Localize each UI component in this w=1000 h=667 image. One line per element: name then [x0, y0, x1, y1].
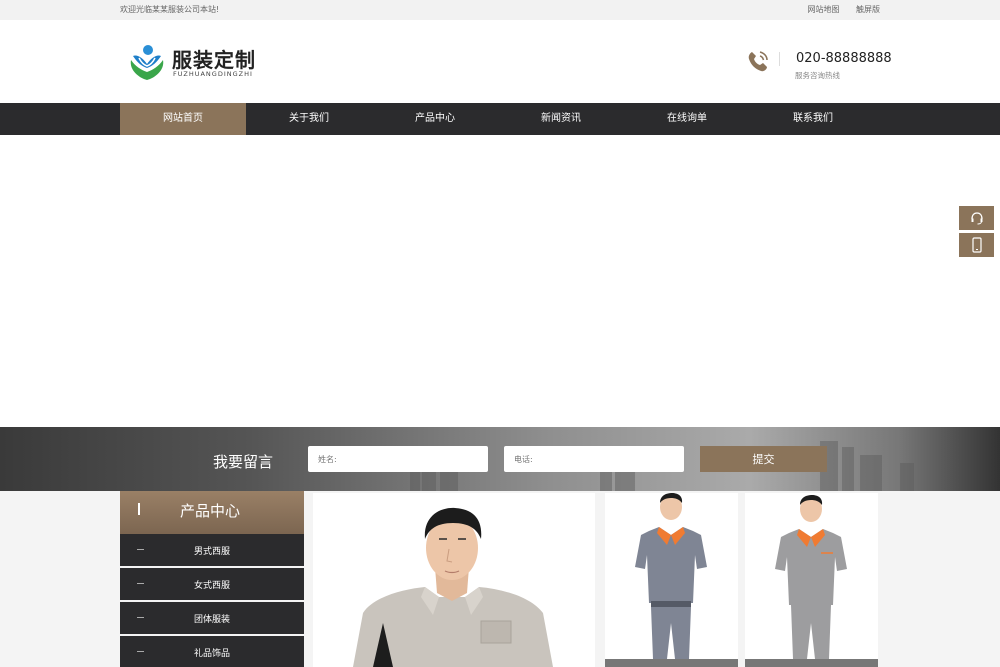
category-item[interactable]: 团体服装	[120, 602, 304, 634]
category-header: 产品中心	[120, 491, 304, 535]
category-item-label: 团体服装	[193, 614, 230, 625]
top-links: 网站地图 触屏版	[793, 4, 880, 15]
hotline-label: 服务咨询热线	[795, 71, 840, 80]
category-item-label: 礼品饰品	[193, 648, 230, 659]
nav-item-news[interactable]: 新闻资讯	[498, 103, 624, 135]
category-item[interactable]: 女式西服	[120, 568, 304, 600]
product-card-featured[interactable]	[313, 493, 595, 667]
nav-item-products[interactable]: 产品中心	[372, 103, 498, 135]
category-title: 产品中心	[180, 502, 241, 520]
banner	[0, 135, 1000, 427]
product-image	[605, 493, 738, 667]
page: 欢迎光临某某服装公司本站! 网站地图 触屏版 服装定制 FUZHUANGDING…	[0, 0, 1000, 667]
products-section: 产品中心 男式西服 女式西服 团体服装 礼品饰品	[0, 491, 1000, 667]
logo-icon[interactable]	[127, 42, 167, 82]
sitemap-link[interactable]: 网站地图	[807, 5, 839, 14]
product-image	[745, 493, 878, 667]
phone-divider	[779, 52, 780, 66]
header: 服装定制 FUZHUANGDINGZHI 020-88888888 服务咨询热线	[0, 20, 1000, 103]
submit-button[interactable]: 提交	[700, 446, 827, 472]
category-item[interactable]: 礼品饰品	[120, 636, 304, 667]
welcome-text: 欢迎光临某某服装公司本站!	[120, 5, 220, 14]
category-item-label: 女式西服	[193, 580, 230, 591]
phone-icon	[748, 51, 768, 72]
mobile-icon	[971, 237, 982, 253]
logo-title[interactable]: 服装定制	[172, 44, 256, 73]
hotline-number: 020-88888888	[796, 51, 892, 66]
headset-icon	[970, 212, 983, 225]
nav-item-about[interactable]: 关于我们	[246, 103, 372, 135]
category-item-label: 男式西服	[193, 546, 230, 557]
product-card[interactable]	[605, 493, 738, 667]
category-item[interactable]: 男式西服	[120, 534, 304, 566]
phone-input[interactable]	[504, 446, 684, 472]
product-image	[313, 493, 595, 667]
nav-item-contact[interactable]: 联系我们	[750, 103, 876, 135]
top-bar: 欢迎光临某某服装公司本站! 网站地图 触屏版	[0, 0, 1000, 20]
product-card[interactable]	[745, 493, 878, 667]
float-service-button[interactable]	[959, 206, 994, 230]
message-title: 我要留言	[213, 453, 274, 471]
mobile-version-link[interactable]: 触屏版	[856, 5, 880, 14]
nav-item-inquiry[interactable]: 在线询单	[624, 103, 750, 135]
nav-item-home[interactable]: 网站首页	[120, 103, 246, 135]
float-mobile-button[interactable]	[959, 233, 994, 257]
name-input[interactable]	[308, 446, 488, 472]
message-bar: 我要留言 提交	[0, 427, 1000, 491]
main-nav: 网站首页 关于我们 产品中心 新闻资讯 在线询单 联系我们	[0, 103, 1000, 135]
logo-subtitle: FUZHUANGDINGZHI	[173, 70, 253, 78]
